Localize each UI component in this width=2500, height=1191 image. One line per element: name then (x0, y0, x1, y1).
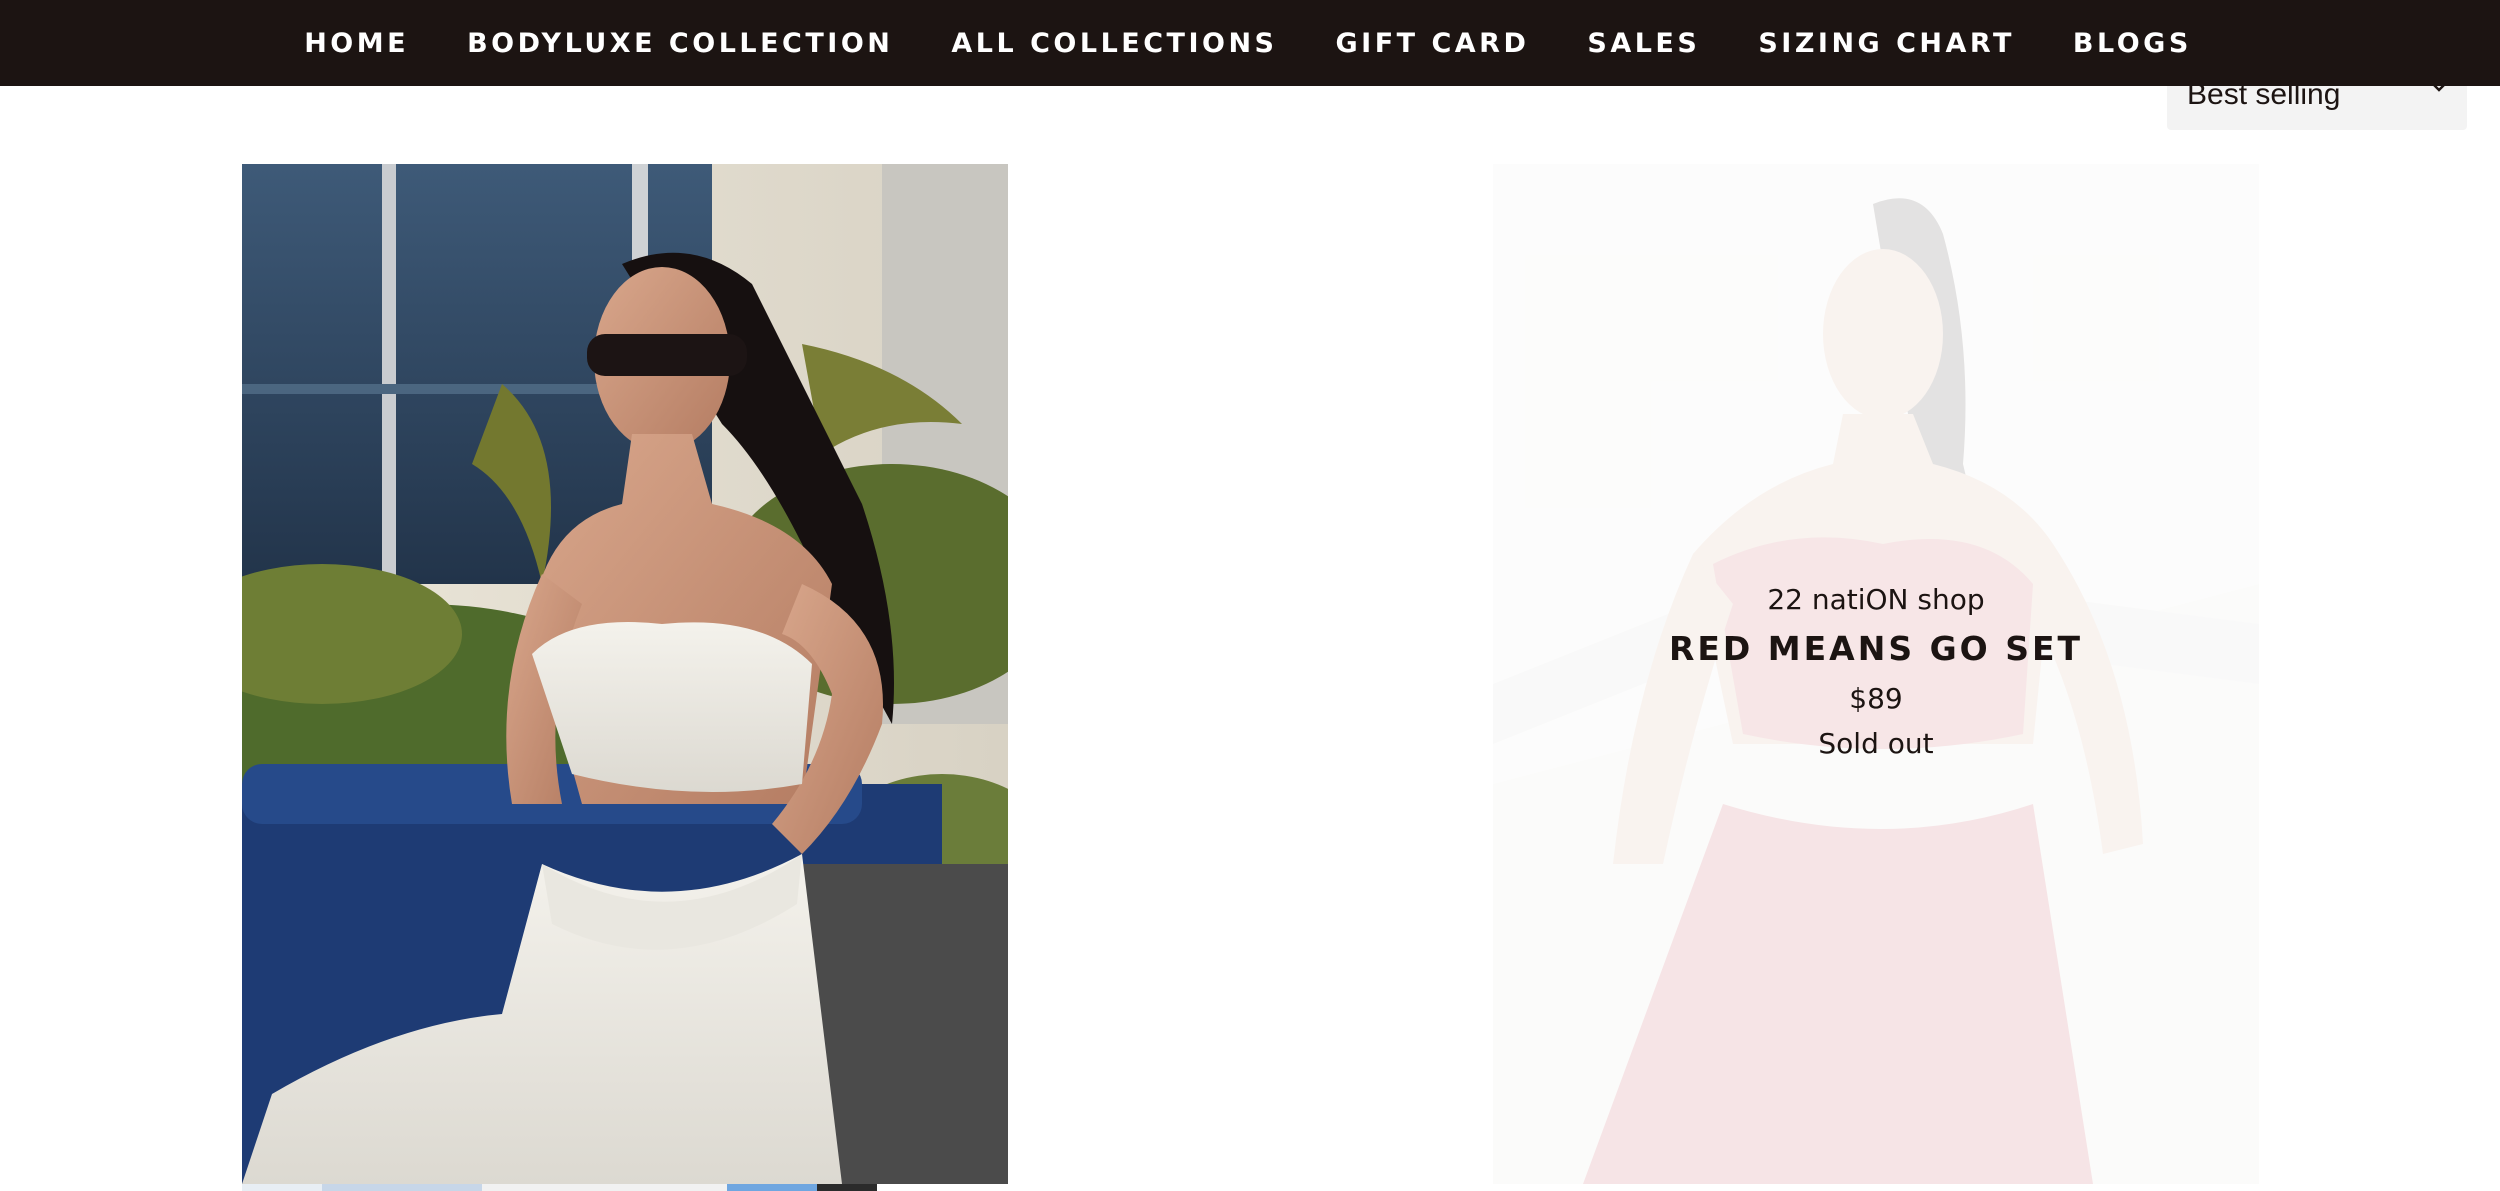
collection-page: HOME BODYLUXE COLLECTION ALL COLLECTIONS… (0, 0, 2500, 1191)
nav-item-sizing-chart: SIZING CHART (1758, 24, 2015, 63)
main-navigation: HOME BODYLUXE COLLECTION ALL COLLECTIONS… (0, 0, 2500, 86)
nav-link-sizing-chart[interactable]: SIZING CHART (1758, 24, 2015, 63)
nav-link-home[interactable]: HOME (304, 24, 409, 63)
nav-item-home: HOME (304, 24, 409, 63)
product-card-image-1[interactable] (242, 164, 1008, 1184)
nav-link-bodyluxe-collection[interactable]: BODYLUXE COLLECTION (467, 24, 893, 63)
nav-link-all-collections[interactable]: ALL COLLECTIONS (951, 24, 1277, 63)
sold-out-label: Sold out (1818, 727, 1934, 760)
nav-link-gift-card[interactable]: GIFT CARD (1336, 24, 1530, 63)
nav-item-blogs: BLOGS (2073, 24, 2192, 63)
product-vendor: 22 natiON shop (1767, 583, 1985, 616)
nav-list: HOME BODYLUXE COLLECTION ALL COLLECTIONS… (275, 24, 2221, 63)
nav-item-bodyluxe: BODYLUXE COLLECTION (467, 24, 893, 63)
product-price: $89 (1849, 682, 1903, 715)
nav-link-sales[interactable]: SALES (1587, 24, 1700, 63)
nav-item-sales: SALES (1587, 24, 1700, 63)
nav-item-gift-card: GIFT CARD (1336, 24, 1530, 63)
product-image-thumbnail-strip (242, 1184, 932, 1191)
product-title[interactable]: RED MEANS GO SET (1493, 624, 2259, 674)
nav-link-blogs[interactable]: BLOGS (2073, 24, 2192, 63)
product-info-2: 22 natiON shop RED MEANS GO SET $89 Sold… (1493, 580, 2259, 766)
nav-item-all-collections: ALL COLLECTIONS (951, 24, 1277, 63)
product-photo-white-set (242, 164, 1008, 1184)
